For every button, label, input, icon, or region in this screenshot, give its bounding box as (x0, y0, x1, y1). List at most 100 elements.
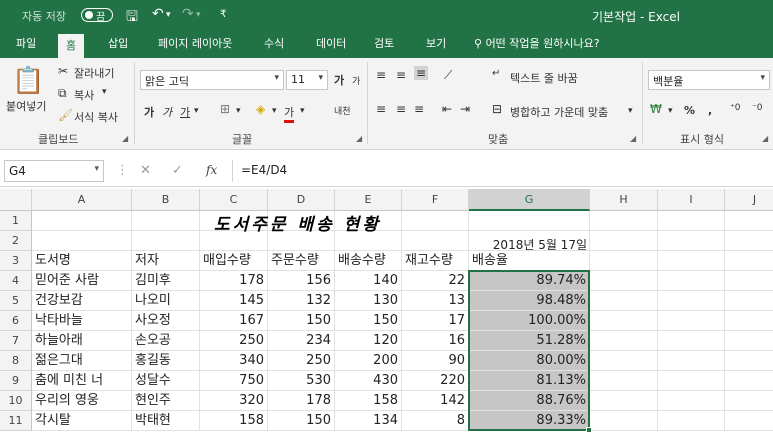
header-cell[interactable]: 도서명 (32, 251, 132, 271)
shrink-font-button[interactable]: 가 (352, 74, 360, 87)
header-cell[interactable]: 재고수량 (402, 251, 469, 271)
data-cell[interactable]: 150 (268, 411, 335, 431)
cell-h2[interactable] (590, 231, 658, 251)
cut-button[interactable]: 잘라내기 (74, 65, 114, 81)
decrease-decimal-icon[interactable]: ⁻0 (752, 103, 762, 113)
data-cell[interactable]: 22 (402, 271, 469, 291)
data-cell[interactable]: 178 (268, 391, 335, 411)
font-dialog-launcher-icon[interactable]: ◢ (356, 134, 362, 143)
column-header-i[interactable]: I (658, 189, 725, 211)
data-cell[interactable]: 430 (335, 371, 402, 391)
data-cell[interactable]: 130 (335, 291, 402, 311)
undo-dropdown-icon[interactable]: ▾ (166, 10, 171, 20)
font-color-dropdown-icon[interactable]: ▾ (300, 106, 305, 116)
enter-icon[interactable]: ✓ (172, 163, 183, 178)
delivery-rate-cell[interactable]: 89.33% (469, 411, 590, 431)
paste-icon[interactable]: 📋 (12, 66, 44, 96)
copy-icon[interactable]: ⧉ (58, 86, 67, 101)
cell-i10[interactable] (658, 391, 725, 411)
row-header-1[interactable]: 1 (0, 211, 32, 231)
percent-button[interactable]: % (684, 104, 695, 117)
header-cell[interactable]: 주문수량 (268, 251, 335, 271)
select-all-corner[interactable] (0, 189, 32, 211)
cell-j5[interactable] (725, 291, 773, 311)
delivery-rate-cell[interactable]: 80.00% (469, 351, 590, 371)
borders-dropdown-icon[interactable]: ▾ (236, 106, 241, 116)
data-cell[interactable]: 320 (200, 391, 268, 411)
grow-font-button[interactable]: 가 (334, 72, 344, 88)
cell-h4[interactable] (590, 271, 658, 291)
align-center-icon[interactable]: ≡ (396, 102, 406, 116)
delivery-rate-cell[interactable]: 81.13% (469, 371, 590, 391)
delivery-rate-cell[interactable]: 100.00% (469, 311, 590, 331)
redo-dropdown-icon[interactable]: ▾ (196, 10, 201, 20)
format-painter-button[interactable]: 서식 복사 (74, 109, 118, 125)
tab-data[interactable]: 데이터 (308, 30, 354, 58)
data-cell[interactable]: 145 (200, 291, 268, 311)
column-header-h[interactable]: H (590, 189, 658, 211)
data-cell[interactable]: 우리의 영웅 (32, 391, 132, 411)
cell-j1[interactable] (725, 211, 773, 231)
align-left-icon[interactable]: ≡ (376, 102, 386, 116)
cancel-icon[interactable]: ✕ (140, 163, 151, 178)
data-cell[interactable]: 나오미 (132, 291, 200, 311)
delivery-rate-cell[interactable]: 51.28% (469, 331, 590, 351)
currency-icon[interactable]: ₩ (650, 102, 662, 116)
cell-h11[interactable] (590, 411, 658, 431)
cell-j2[interactable] (725, 231, 773, 251)
data-cell[interactable]: 134 (335, 411, 402, 431)
header-cell[interactable]: 저자 (132, 251, 200, 271)
data-cell[interactable]: 340 (200, 351, 268, 371)
cell-j10[interactable] (725, 391, 773, 411)
data-cell[interactable]: 각시탈 (32, 411, 132, 431)
data-cell[interactable]: 젊은그대 (32, 351, 132, 371)
font-color-button[interactable]: 가 (284, 104, 295, 123)
cut-icon[interactable]: ✂ (58, 64, 68, 78)
bold-button[interactable]: 가 (144, 104, 154, 120)
data-cell[interactable]: 530 (268, 371, 335, 391)
format-painter-icon[interactable]: 🖌 (58, 108, 73, 122)
data-cell[interactable]: 250 (200, 331, 268, 351)
merge-center-icon[interactable]: ⊟ (492, 102, 502, 116)
data-cell[interactable]: 158 (335, 391, 402, 411)
data-cell[interactable]: 손오공 (132, 331, 200, 351)
copy-dropdown-icon[interactable]: ▾ (102, 87, 107, 97)
name-box[interactable]: G4 ▾ (4, 160, 104, 182)
insert-function-icon[interactable]: fx (206, 163, 217, 177)
data-cell[interactable]: 90 (402, 351, 469, 371)
data-cell[interactable]: 박태현 (132, 411, 200, 431)
borders-icon[interactable]: ⊞ (220, 102, 230, 116)
data-cell[interactable]: 158 (200, 411, 268, 431)
cell-i9[interactable] (658, 371, 725, 391)
fill-handle[interactable] (586, 427, 592, 433)
data-cell[interactable]: 150 (268, 311, 335, 331)
tab-review[interactable]: 검토 (366, 30, 402, 58)
cell-i1[interactable] (658, 211, 725, 231)
save-icon[interactable]: 🖫 (126, 6, 138, 30)
delivery-rate-cell[interactable]: 98.48% (469, 291, 590, 311)
row-header-6[interactable]: 6 (0, 311, 32, 331)
cell-h3[interactable] (590, 251, 658, 271)
cell-i7[interactable] (658, 331, 725, 351)
data-cell[interactable]: 167 (200, 311, 268, 331)
data-cell[interactable]: 16 (402, 331, 469, 351)
tab-page-layout[interactable]: 페이지 레이아웃 (150, 30, 240, 58)
data-cell[interactable]: 150 (335, 311, 402, 331)
align-middle-icon[interactable]: ≡ (396, 68, 406, 82)
data-cell[interactable]: 믿어준 사람 (32, 271, 132, 291)
cell-h1[interactable] (590, 211, 658, 231)
phonetic-button[interactable]: 내천 (334, 104, 351, 117)
data-cell[interactable]: 142 (402, 391, 469, 411)
data-cell[interactable]: 234 (268, 331, 335, 351)
fill-color-icon[interactable]: ◈ (256, 102, 265, 116)
align-bottom-icon[interactable]: ≡ (414, 66, 429, 80)
increase-indent-icon[interactable]: ⇥ (460, 102, 470, 116)
copy-button[interactable]: 복사 (74, 87, 94, 103)
column-header-a[interactable]: A (32, 189, 132, 211)
data-cell[interactable]: 200 (335, 351, 402, 371)
row-header-5[interactable]: 5 (0, 291, 32, 311)
cell-h6[interactable] (590, 311, 658, 331)
cell-j3[interactable] (725, 251, 773, 271)
autosave-toggle[interactable]: 끔 (81, 8, 113, 23)
redo-icon[interactable]: ↷ (182, 6, 194, 22)
